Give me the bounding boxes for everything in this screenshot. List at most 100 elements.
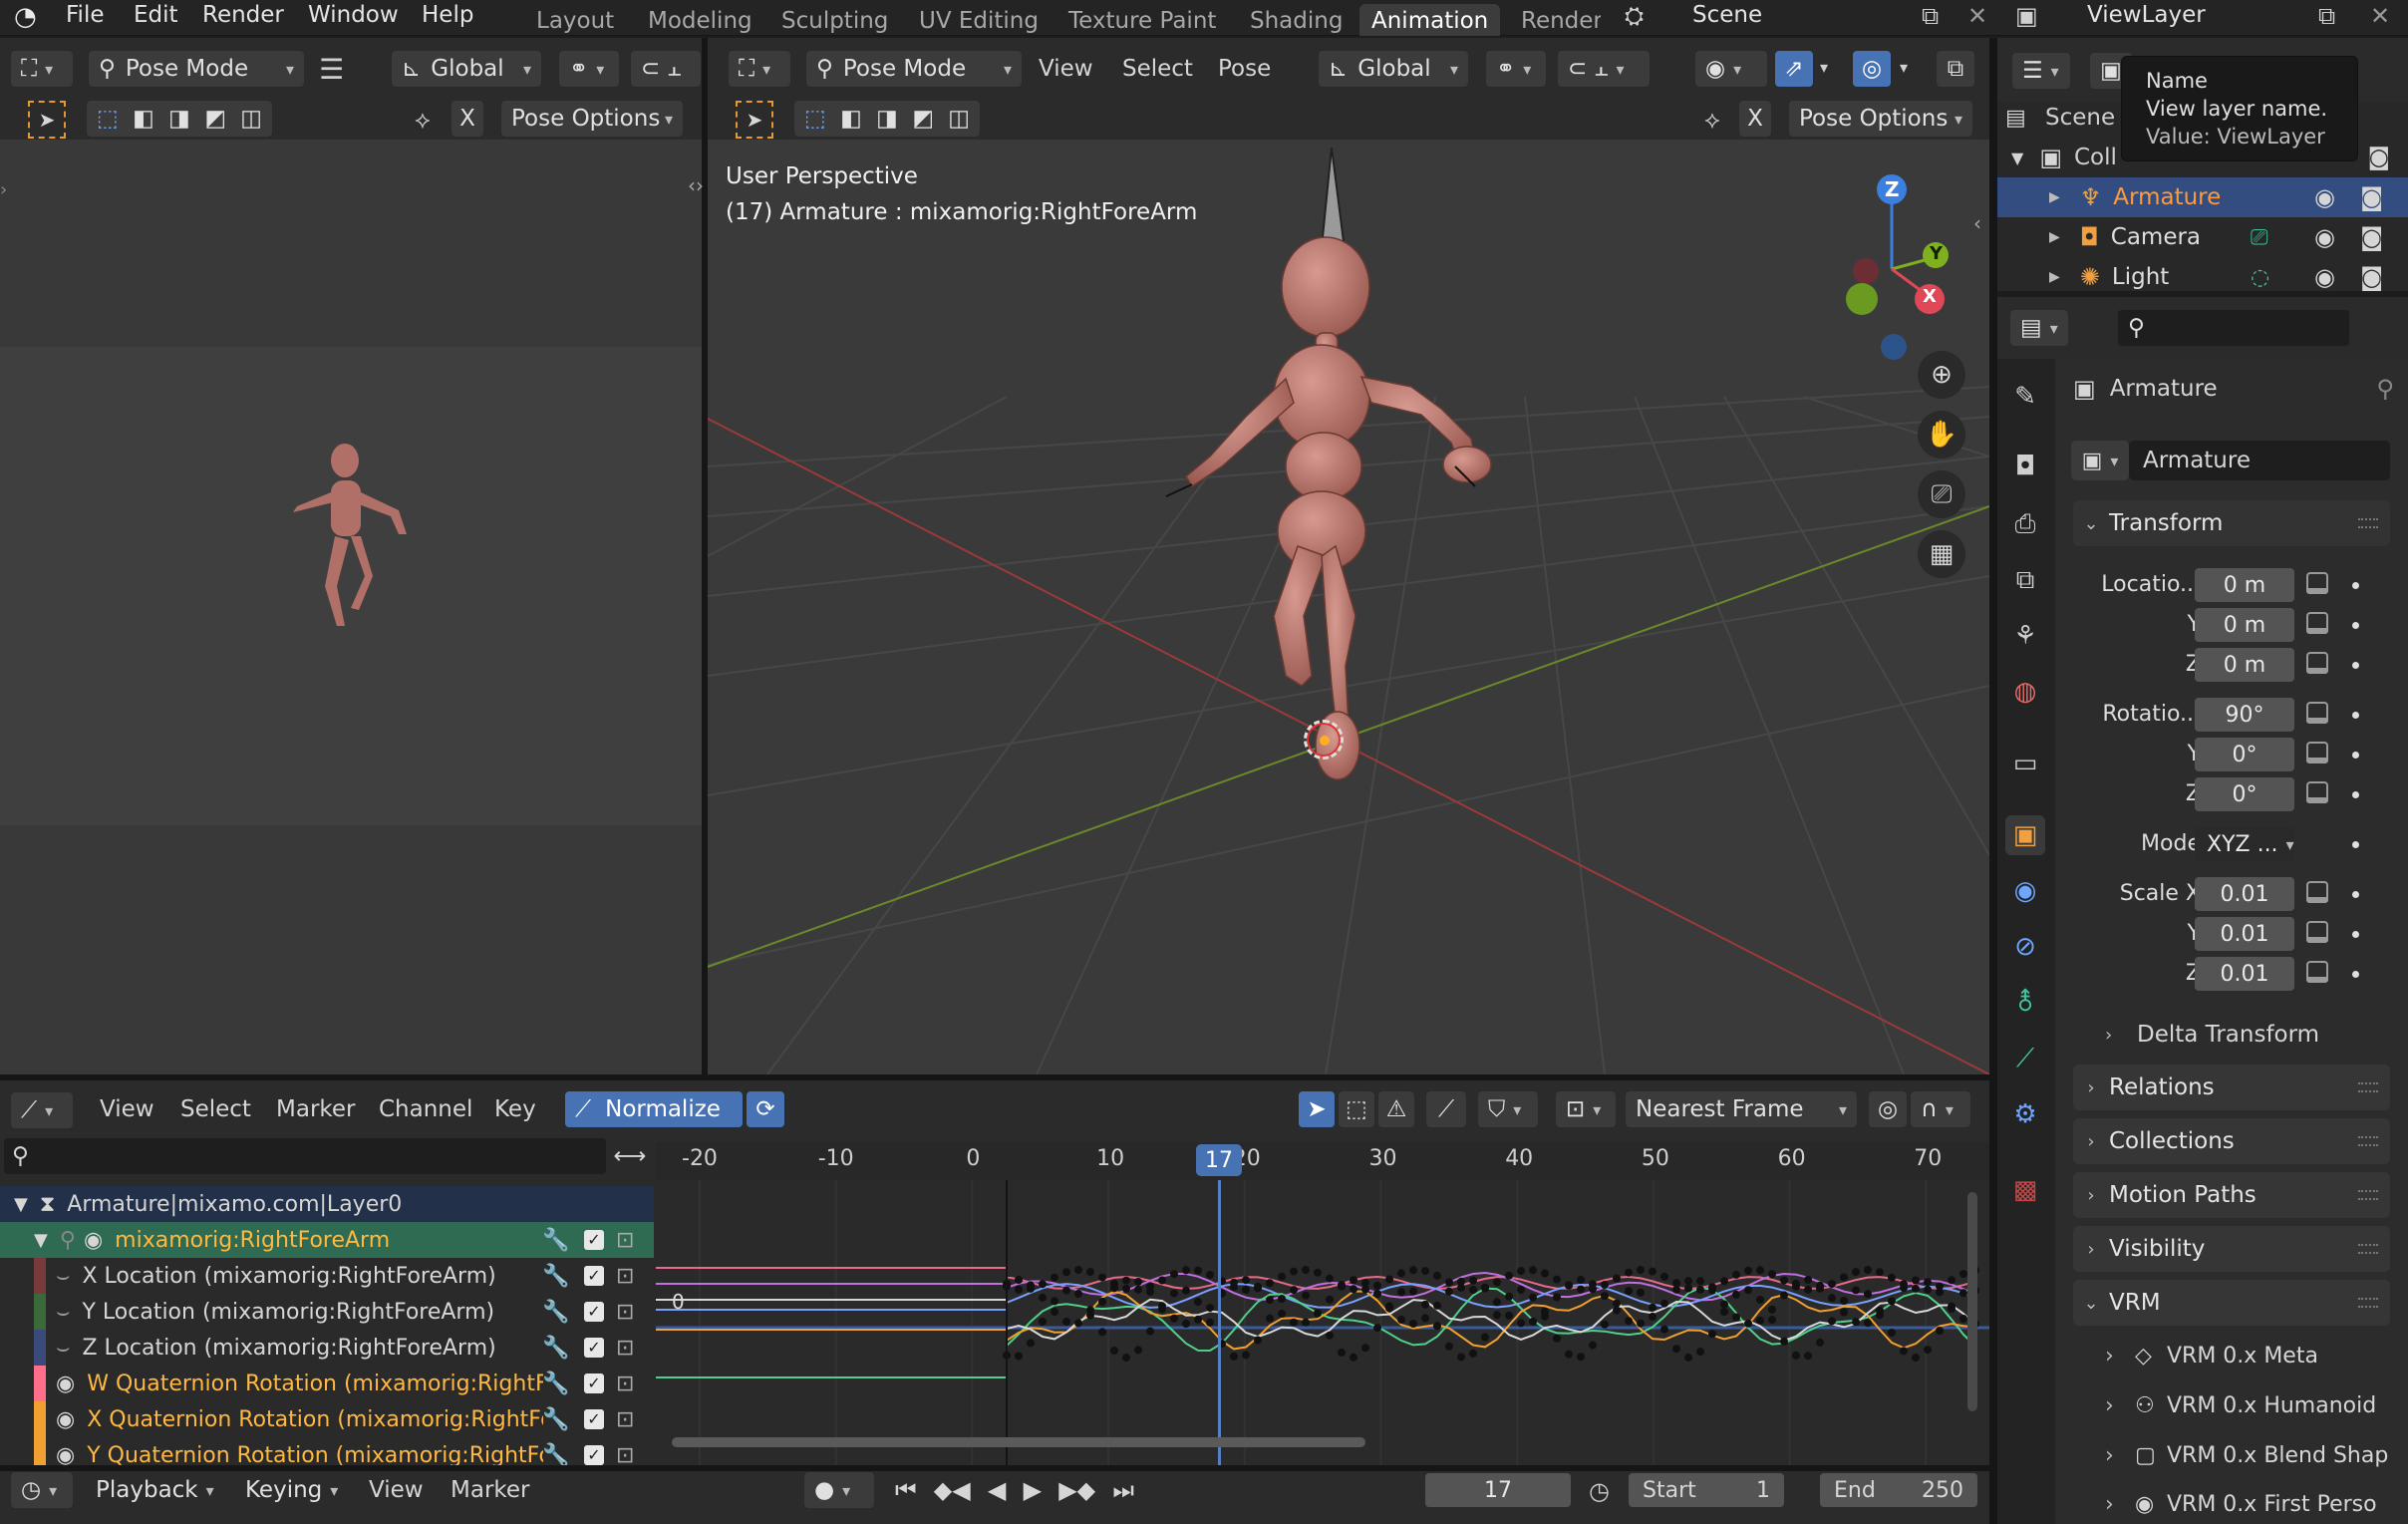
checkbox-icon[interactable]: ✓ bbox=[584, 1409, 604, 1429]
keyframe-point[interactable] bbox=[1290, 1267, 1298, 1276]
keyframe-point[interactable] bbox=[1493, 1278, 1501, 1287]
keyframe-point[interactable] bbox=[1266, 1314, 1274, 1323]
main-menu-pose[interactable]: Pose bbox=[1218, 56, 1271, 82]
keyframe-point[interactable] bbox=[1242, 1276, 1250, 1285]
left-select-modes[interactable]: ⬚ ◧ ◨ ◩ ◫ bbox=[86, 100, 273, 138]
keyframe-point[interactable] bbox=[1613, 1306, 1621, 1315]
keyframe-point[interactable] bbox=[1457, 1353, 1465, 1362]
keyframe-dot-icon[interactable] bbox=[2352, 931, 2359, 938]
visibility-dropdown[interactable]: ◉ ▾ bbox=[1694, 50, 1768, 88]
keyframe-point[interactable] bbox=[1493, 1311, 1501, 1320]
keyframe-point[interactable] bbox=[1086, 1268, 1094, 1277]
keyframe-point[interactable] bbox=[1302, 1318, 1310, 1327]
keyframe-point[interactable] bbox=[1900, 1284, 1908, 1292]
eye-icon[interactable]: ◉ bbox=[56, 1407, 75, 1432]
viewlayer-icon[interactable]: ▣ bbox=[2015, 4, 2038, 28]
keyframe-point[interactable] bbox=[1864, 1290, 1872, 1299]
keyframe-point[interactable] bbox=[1074, 1266, 1082, 1274]
properties-editor-type[interactable]: ▤ ▾ bbox=[2009, 309, 2069, 347]
keyframe-point[interactable] bbox=[1098, 1328, 1106, 1337]
modifier-tab-icon[interactable]: ◉ bbox=[2005, 871, 2045, 911]
channel-row[interactable]: ◉ X Quaternion Rotation (mixamorig:RightF… bbox=[0, 1401, 654, 1437]
physics-tab-icon[interactable]: ⚨ bbox=[2005, 983, 2045, 1023]
graph-editor-type[interactable]: ⟋ ▾ bbox=[10, 1091, 74, 1129]
keyframe-point[interactable] bbox=[1015, 1352, 1023, 1361]
normalize-toggle[interactable]: ⟋ Normalize bbox=[564, 1090, 744, 1128]
expand-arrow-icon[interactable]: ▼ bbox=[14, 1194, 28, 1215]
keyframe-point[interactable] bbox=[1409, 1266, 1417, 1275]
main-viewport[interactable]: User Perspective (17) Armature : mixamor… bbox=[708, 38, 1989, 1074]
keyframe-point[interactable] bbox=[1768, 1270, 1776, 1279]
area-split-arrows[interactable]: ‹› bbox=[688, 175, 704, 195]
falloff-dropdown[interactable]: ∩ ▾ bbox=[1910, 1090, 1971, 1128]
keyframe-point[interactable] bbox=[1182, 1286, 1190, 1295]
keyframe-point[interactable] bbox=[1182, 1266, 1190, 1275]
constraint-tab-icon[interactable]: ⚙ bbox=[2005, 1094, 2045, 1134]
keyframe-point[interactable] bbox=[1864, 1266, 1872, 1274]
vrm-first-person-subpanel[interactable]: › ◉ VRM 0.x First Perso bbox=[2105, 1485, 2394, 1524]
checkbox-icon[interactable]: ✓ bbox=[584, 1266, 604, 1286]
expand-arrow-icon[interactable]: ▼ bbox=[34, 1230, 48, 1251]
wrench-icon[interactable]: 🔧 bbox=[542, 1300, 569, 1325]
lock-icon[interactable] bbox=[2306, 961, 2328, 983]
main-select-modes[interactable]: ⬚ ◧ ◨ ◩ ◫ bbox=[793, 100, 981, 138]
keyframe-point[interactable] bbox=[1888, 1297, 1896, 1306]
keyframe-point[interactable] bbox=[1278, 1310, 1286, 1318]
bone-tab-icon[interactable]: ⟋ bbox=[2005, 1039, 2045, 1078]
keyframe-point[interactable] bbox=[1326, 1295, 1334, 1304]
timeline-editor-type[interactable]: ◷ ▾ bbox=[10, 1471, 74, 1509]
keyframe-point[interactable] bbox=[1039, 1293, 1047, 1302]
properties-search-field[interactable]: ⚲ bbox=[2117, 309, 2350, 347]
stopwatch-icon[interactable]: ◷ bbox=[1589, 1479, 1610, 1503]
show-hidden-toggle[interactable]: ⬚ bbox=[1338, 1090, 1375, 1128]
keyframe-point[interactable] bbox=[1170, 1314, 1178, 1323]
eye-icon[interactable]: ◉ bbox=[56, 1372, 75, 1396]
vrm-panel-header[interactable]: ⌄ VRM bbox=[2073, 1280, 2390, 1326]
xray-toggle[interactable]: ⧉ bbox=[1936, 50, 1975, 88]
transform-panel-header[interactable]: ⌄ Transform bbox=[2073, 500, 2390, 546]
scene-icon[interactable]: ⛭ bbox=[1625, 4, 1644, 28]
keyframe-point[interactable] bbox=[1039, 1280, 1047, 1289]
keyframe-point[interactable] bbox=[1828, 1294, 1836, 1303]
menu-help[interactable]: Help bbox=[422, 2, 473, 28]
overlay-toggle[interactable]: ◎ bbox=[1852, 50, 1892, 88]
scale-z-field[interactable]: 0.01 bbox=[2195, 957, 2294, 991]
keyframe-dot-icon[interactable] bbox=[2352, 662, 2359, 669]
play-reverse-icon[interactable]: ◀ bbox=[988, 1476, 1006, 1504]
keyframe-point[interactable] bbox=[1194, 1266, 1202, 1275]
gizmo-dropdown-icon[interactable]: ▾ bbox=[1820, 60, 1828, 76]
keyframe-point[interactable] bbox=[1720, 1277, 1728, 1286]
keyframe-point[interactable] bbox=[1338, 1282, 1346, 1291]
play-icon[interactable]: ▶ bbox=[1024, 1476, 1042, 1504]
location-x-field[interactable]: 0 m bbox=[2195, 568, 2294, 602]
left-orientation-dropdown[interactable]: ⊾ Global ▾ bbox=[391, 50, 542, 88]
left-mode-dropdown[interactable]: ⚲ Pose Mode ▾ bbox=[88, 50, 305, 88]
tab-texture-paint[interactable]: Texture Paint bbox=[1056, 4, 1228, 36]
keyframe-point[interactable] bbox=[1660, 1272, 1668, 1281]
expand-arrow-icon[interactable]: ▶ bbox=[2049, 189, 2060, 205]
keyframe-point[interactable] bbox=[1529, 1317, 1537, 1326]
lock-icon[interactable] bbox=[2306, 781, 2328, 803]
keyframe-point[interactable] bbox=[1206, 1318, 1214, 1327]
keyframe-point[interactable] bbox=[1505, 1311, 1513, 1320]
keyframe-point[interactable] bbox=[1445, 1287, 1453, 1296]
keyframe-point[interactable] bbox=[1959, 1289, 1967, 1298]
keyframe-point[interactable] bbox=[1505, 1292, 1513, 1301]
left-x-mirror-toggle[interactable]: X bbox=[451, 100, 484, 138]
keyframe-point[interactable] bbox=[1206, 1304, 1214, 1313]
keyframe-point[interactable] bbox=[1888, 1273, 1896, 1282]
keyframe-point[interactable] bbox=[1326, 1331, 1334, 1340]
keyframe-point[interactable] bbox=[1230, 1352, 1238, 1361]
keyframe-point[interactable] bbox=[1768, 1305, 1776, 1314]
expand-arrow-icon[interactable]: ▶ bbox=[2049, 229, 2060, 245]
object-datablock-selector[interactable]: ▣ ▾ bbox=[2071, 441, 2129, 480]
keyframe-point[interactable] bbox=[1959, 1270, 1967, 1279]
keyframe-point[interactable] bbox=[1625, 1317, 1633, 1326]
graph-menu-key[interactable]: Key bbox=[494, 1096, 536, 1122]
timeline-menu-marker[interactable]: Marker bbox=[451, 1477, 530, 1503]
start-frame-field[interactable]: Start 1 bbox=[1629, 1473, 1784, 1507]
wrench-icon[interactable]: 🔧 bbox=[542, 1407, 569, 1432]
keyframe-point[interactable] bbox=[1062, 1268, 1070, 1277]
keyframe-point[interactable] bbox=[1924, 1285, 1932, 1294]
keyframe-point[interactable] bbox=[1074, 1319, 1082, 1328]
